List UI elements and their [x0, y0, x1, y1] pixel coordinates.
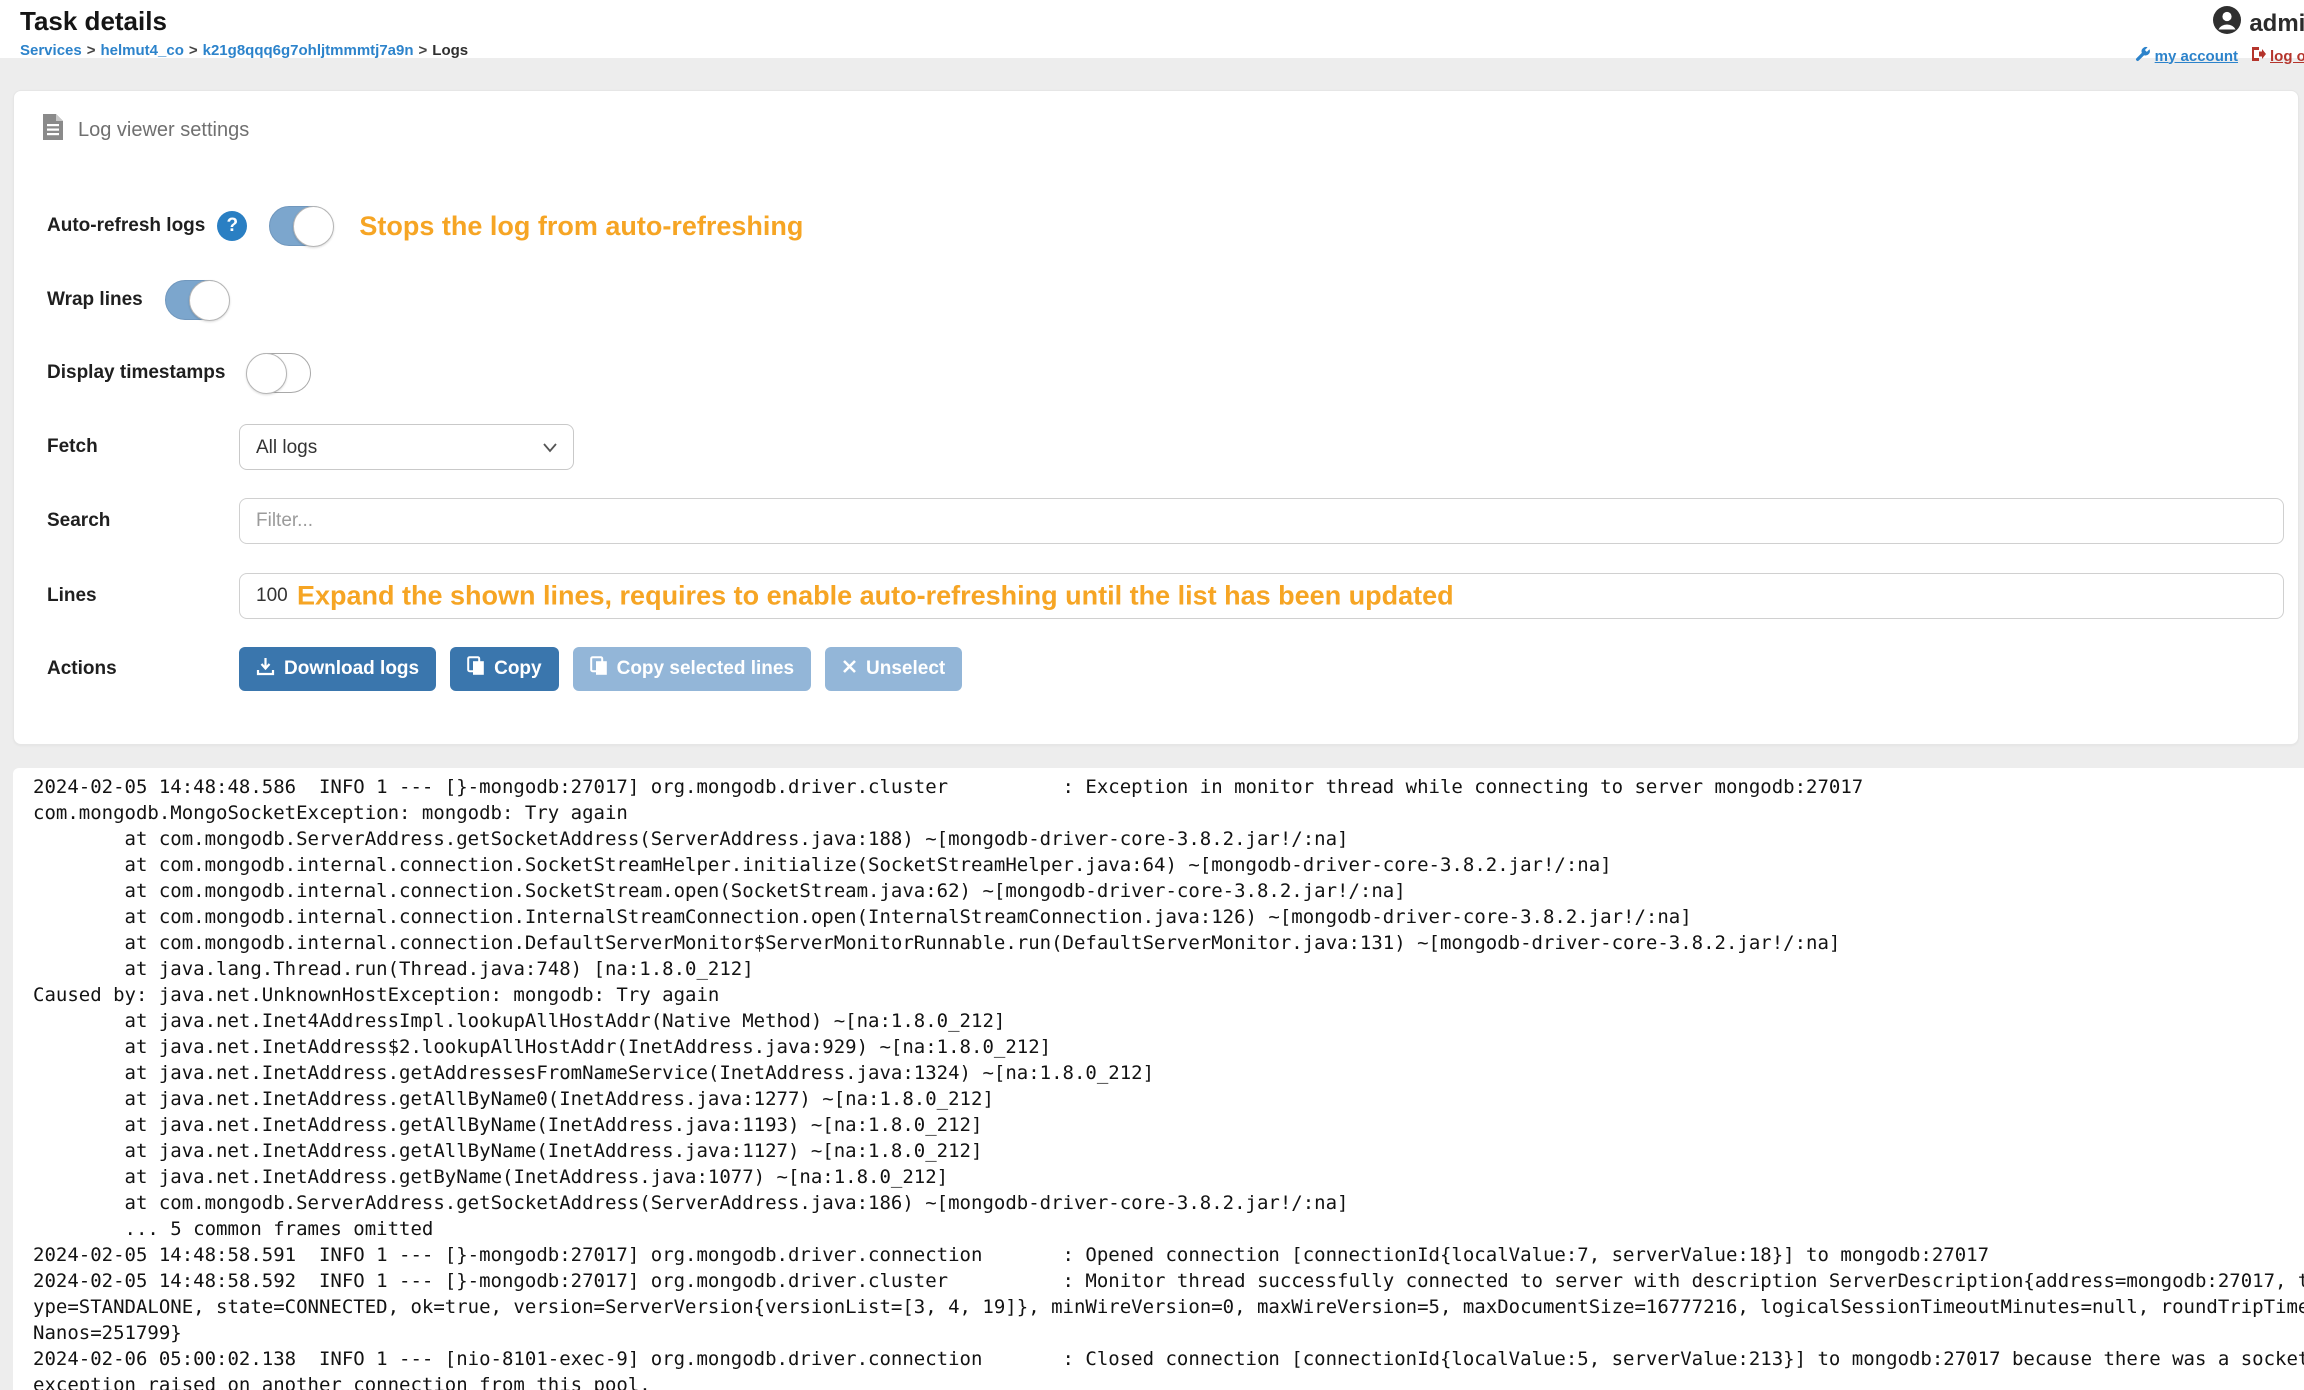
- download-icon: [256, 657, 275, 682]
- my-account-label: my account: [2155, 48, 2238, 65]
- wrap-lines-row: Wrap lines: [47, 277, 2284, 323]
- log-viewer-settings-panel: Log viewer settings Auto-refresh logs ? …: [13, 90, 2299, 745]
- user-name: admin: [2249, 10, 2304, 38]
- breadcrumb-link-service-name[interactable]: helmut4_co: [101, 42, 184, 59]
- fetch-label: Fetch: [47, 436, 239, 458]
- top-header: Task details Services>helmut4_co>k21g8qq…: [0, 0, 2304, 58]
- wrap-lines-toggle[interactable]: [165, 280, 229, 320]
- lines-row: Lines Expand the shown lines, requires t…: [47, 573, 2284, 619]
- toggle-knob: [293, 206, 334, 247]
- actions-label: Actions: [47, 658, 239, 680]
- panel-header: Log viewer settings: [42, 113, 249, 147]
- wrap-lines-label: Wrap lines: [47, 289, 143, 311]
- search-label: Search: [47, 510, 239, 532]
- fetch-select[interactable]: All logs: [239, 424, 574, 470]
- download-logs-label: Download logs: [284, 658, 419, 680]
- log-out-link[interactable]: log out: [2250, 46, 2304, 66]
- copy-selected-lines-label: Copy selected lines: [617, 658, 794, 680]
- user-block: admin my account log out: [2135, 5, 2304, 66]
- log-out-icon: [2250, 46, 2266, 66]
- search-row: Search: [47, 498, 2284, 544]
- toggle-knob: [246, 353, 287, 394]
- lines-input[interactable]: [239, 573, 2284, 619]
- unselect-label: Unselect: [866, 658, 945, 680]
- toggle-knob: [189, 280, 230, 321]
- display-timestamps-toggle[interactable]: [247, 353, 311, 393]
- search-input[interactable]: [239, 498, 2284, 544]
- help-icon[interactable]: ?: [217, 211, 247, 241]
- auto-refresh-row: Auto-refresh logs ? Stops the log from a…: [47, 203, 2284, 249]
- log-output: 2024-02-05 14:48:48.586 INFO 1 --- [}-mo…: [13, 768, 2304, 1390]
- panel-title: Log viewer settings: [78, 119, 249, 142]
- lines-label: Lines: [47, 585, 239, 607]
- breadcrumb-link-services[interactable]: Services: [20, 42, 82, 59]
- copy-icon: [467, 656, 485, 682]
- user-avatar-icon: [2212, 5, 2242, 42]
- wrench-icon: [2135, 46, 2151, 66]
- breadcrumb-separator: >: [184, 42, 203, 59]
- auto-refresh-toggle[interactable]: [269, 206, 333, 246]
- page-title: Task details: [20, 6, 167, 37]
- download-logs-button[interactable]: Download logs: [239, 647, 436, 691]
- breadcrumb-separator: >: [82, 42, 101, 59]
- copy-selected-lines-button[interactable]: Copy selected lines: [573, 647, 811, 691]
- breadcrumb-separator: >: [414, 42, 433, 59]
- display-timestamps-label: Display timestamps: [47, 362, 225, 384]
- display-timestamps-row: Display timestamps: [47, 350, 2284, 396]
- auto-refresh-label: Auto-refresh logs: [47, 215, 205, 237]
- breadcrumb-link-task-id[interactable]: k21g8qqq6g7ohljtmmmtj7a9n: [203, 42, 414, 59]
- document-icon: [42, 113, 64, 147]
- x-icon: [842, 658, 857, 680]
- copy-button[interactable]: Copy: [450, 647, 559, 691]
- unselect-button[interactable]: Unselect: [825, 647, 962, 691]
- user-name-row: admin: [2135, 5, 2304, 42]
- my-account-link[interactable]: my account: [2135, 46, 2238, 66]
- log-output-panel[interactable]: 2024-02-05 14:48:48.586 INFO 1 --- [}-mo…: [13, 768, 2304, 1390]
- breadcrumb: Services>helmut4_co>k21g8qqq6g7ohljtmmmt…: [20, 42, 468, 59]
- actions-row: Actions Download logs Copy Copy selected…: [47, 647, 2284, 691]
- copy-icon: [590, 656, 608, 682]
- auto-refresh-annotation: Stops the log from auto-refreshing: [359, 211, 803, 242]
- fetch-row: Fetch All logs: [47, 424, 2284, 470]
- copy-label: Copy: [494, 658, 542, 680]
- breadcrumb-current-logs: Logs: [432, 42, 468, 59]
- log-out-label: log out: [2270, 48, 2304, 65]
